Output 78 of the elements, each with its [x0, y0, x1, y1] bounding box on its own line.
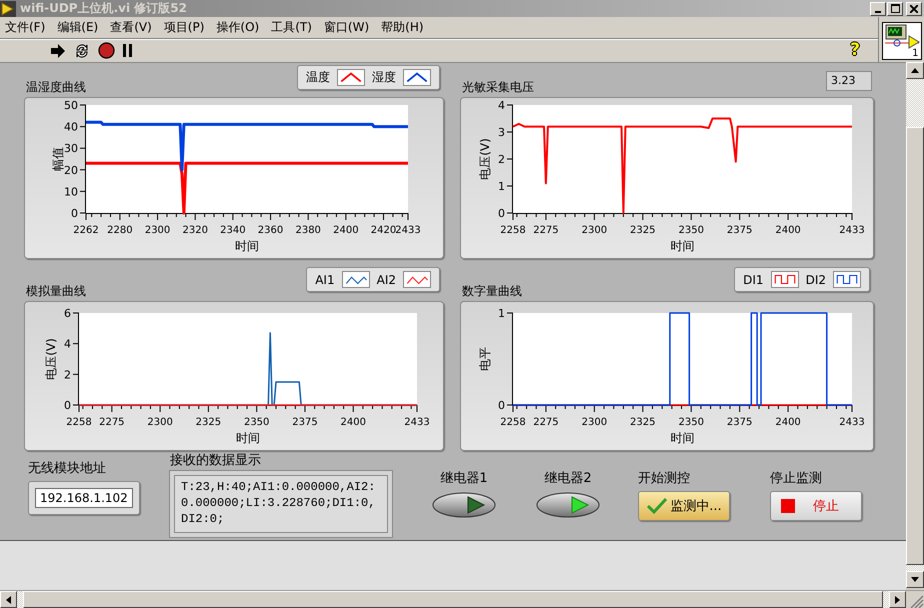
tick-label: 10 [64, 185, 78, 198]
legend-label: AI2 [376, 272, 396, 286]
tick-label: 2400 [775, 225, 801, 236]
tick-label: 2433 [395, 225, 421, 236]
tick-label: 20 [64, 164, 78, 177]
chart-title: 温湿度曲线 [26, 79, 86, 96]
chart-title: 模拟量曲线 [26, 283, 86, 300]
tick-label: 2433 [404, 417, 430, 428]
legend-label: DI1 [743, 272, 764, 286]
axis-title: 电压(V) [478, 138, 492, 180]
tick-label: 2262 [73, 225, 99, 236]
tick-label: 2325 [630, 225, 656, 236]
tick-label: 50 [64, 99, 78, 112]
tick-label: 2300 [147, 417, 173, 428]
tick-label: 2350 [244, 417, 270, 428]
tick-label: 2400 [333, 225, 359, 236]
tick-label: 0 [71, 207, 78, 220]
field-label: 无线模块地址 [28, 460, 107, 477]
chart-title: 光敏采集电压 [462, 79, 534, 96]
tick-label: 2325 [196, 417, 222, 428]
tick-label: 2433 [839, 225, 865, 236]
button-label: 开始测控 [638, 470, 691, 487]
tick-label: 2258 [500, 225, 526, 236]
tick-label: 2340 [220, 225, 246, 236]
tick-label: 1 [498, 180, 505, 193]
tick-label: 6 [64, 307, 71, 320]
tick-label: 4 [498, 99, 505, 112]
legend-label: DI2 [806, 272, 826, 286]
tick-label: 2360 [258, 225, 284, 236]
tick-label: 2350 [678, 225, 704, 236]
tick-label: 2 [64, 368, 71, 382]
tick-label: 2275 [533, 417, 559, 428]
axis-title: 电平 [478, 347, 492, 371]
tick-label: 2258 [500, 417, 526, 428]
relay-label: 继电器2 [544, 470, 592, 487]
tick-label: 30 [64, 142, 78, 156]
tick-label: 2258 [66, 417, 92, 428]
tick-label: 2300 [582, 417, 608, 428]
tick-label: 2433 [839, 417, 865, 428]
tick-label: 2400 [340, 417, 366, 428]
axis-title: 时间 [670, 431, 694, 445]
tick-label: 2280 [107, 225, 133, 236]
tick-label: 2375 [726, 225, 752, 236]
axis-title: 时间 [236, 431, 260, 445]
tick-label: 2380 [295, 225, 321, 236]
axis-title: 时间 [670, 239, 694, 253]
data-display: T:23,H:40;AI1:0.000000,AI2:0.000000;LI:3.228760;DI1:0,DI2:0; [170, 471, 392, 537]
legend-label: 湿度 [372, 69, 396, 86]
tick-label: 2 [498, 153, 505, 166]
tick-label: 2275 [533, 225, 559, 236]
axis-title: 电压(V) [44, 338, 58, 380]
tick-label: 2375 [726, 417, 752, 428]
tick-label: 2420 [370, 225, 396, 236]
legend-label: AI1 [315, 272, 335, 286]
legend-label: 温度 [306, 69, 330, 86]
tick-label: 3 [498, 126, 505, 139]
chart-title: 数字量曲线 [462, 283, 522, 300]
tick-label: 1 [498, 307, 505, 320]
axis-title: 时间 [235, 239, 259, 253]
tick-label: 2300 [144, 225, 170, 236]
tick-label: 2275 [99, 417, 125, 428]
window-title: wifi-UDP上位机.vi 修订版52 [20, 0, 188, 17]
tick-label: 2300 [582, 225, 608, 236]
numeric-indicator: 3.23 [826, 71, 872, 91]
tick-label: 2325 [630, 417, 656, 428]
tick-label: 4 [64, 338, 71, 351]
tick-label: 2350 [678, 417, 704, 428]
tick-label: 40 [64, 120, 78, 134]
tick-label: 0 [498, 399, 505, 412]
button-label: 停止监测 [770, 470, 823, 487]
tick-label: 2320 [182, 225, 208, 236]
tick-label: 2375 [292, 417, 318, 428]
tick-label: 0 [64, 399, 71, 412]
relay-label: 继电器1 [440, 470, 488, 487]
axis-title: 幅值 [51, 147, 65, 171]
field-label: 接收的数据显示 [170, 452, 262, 469]
tick-label: 0 [498, 207, 505, 220]
tick-label: 2400 [775, 417, 801, 428]
